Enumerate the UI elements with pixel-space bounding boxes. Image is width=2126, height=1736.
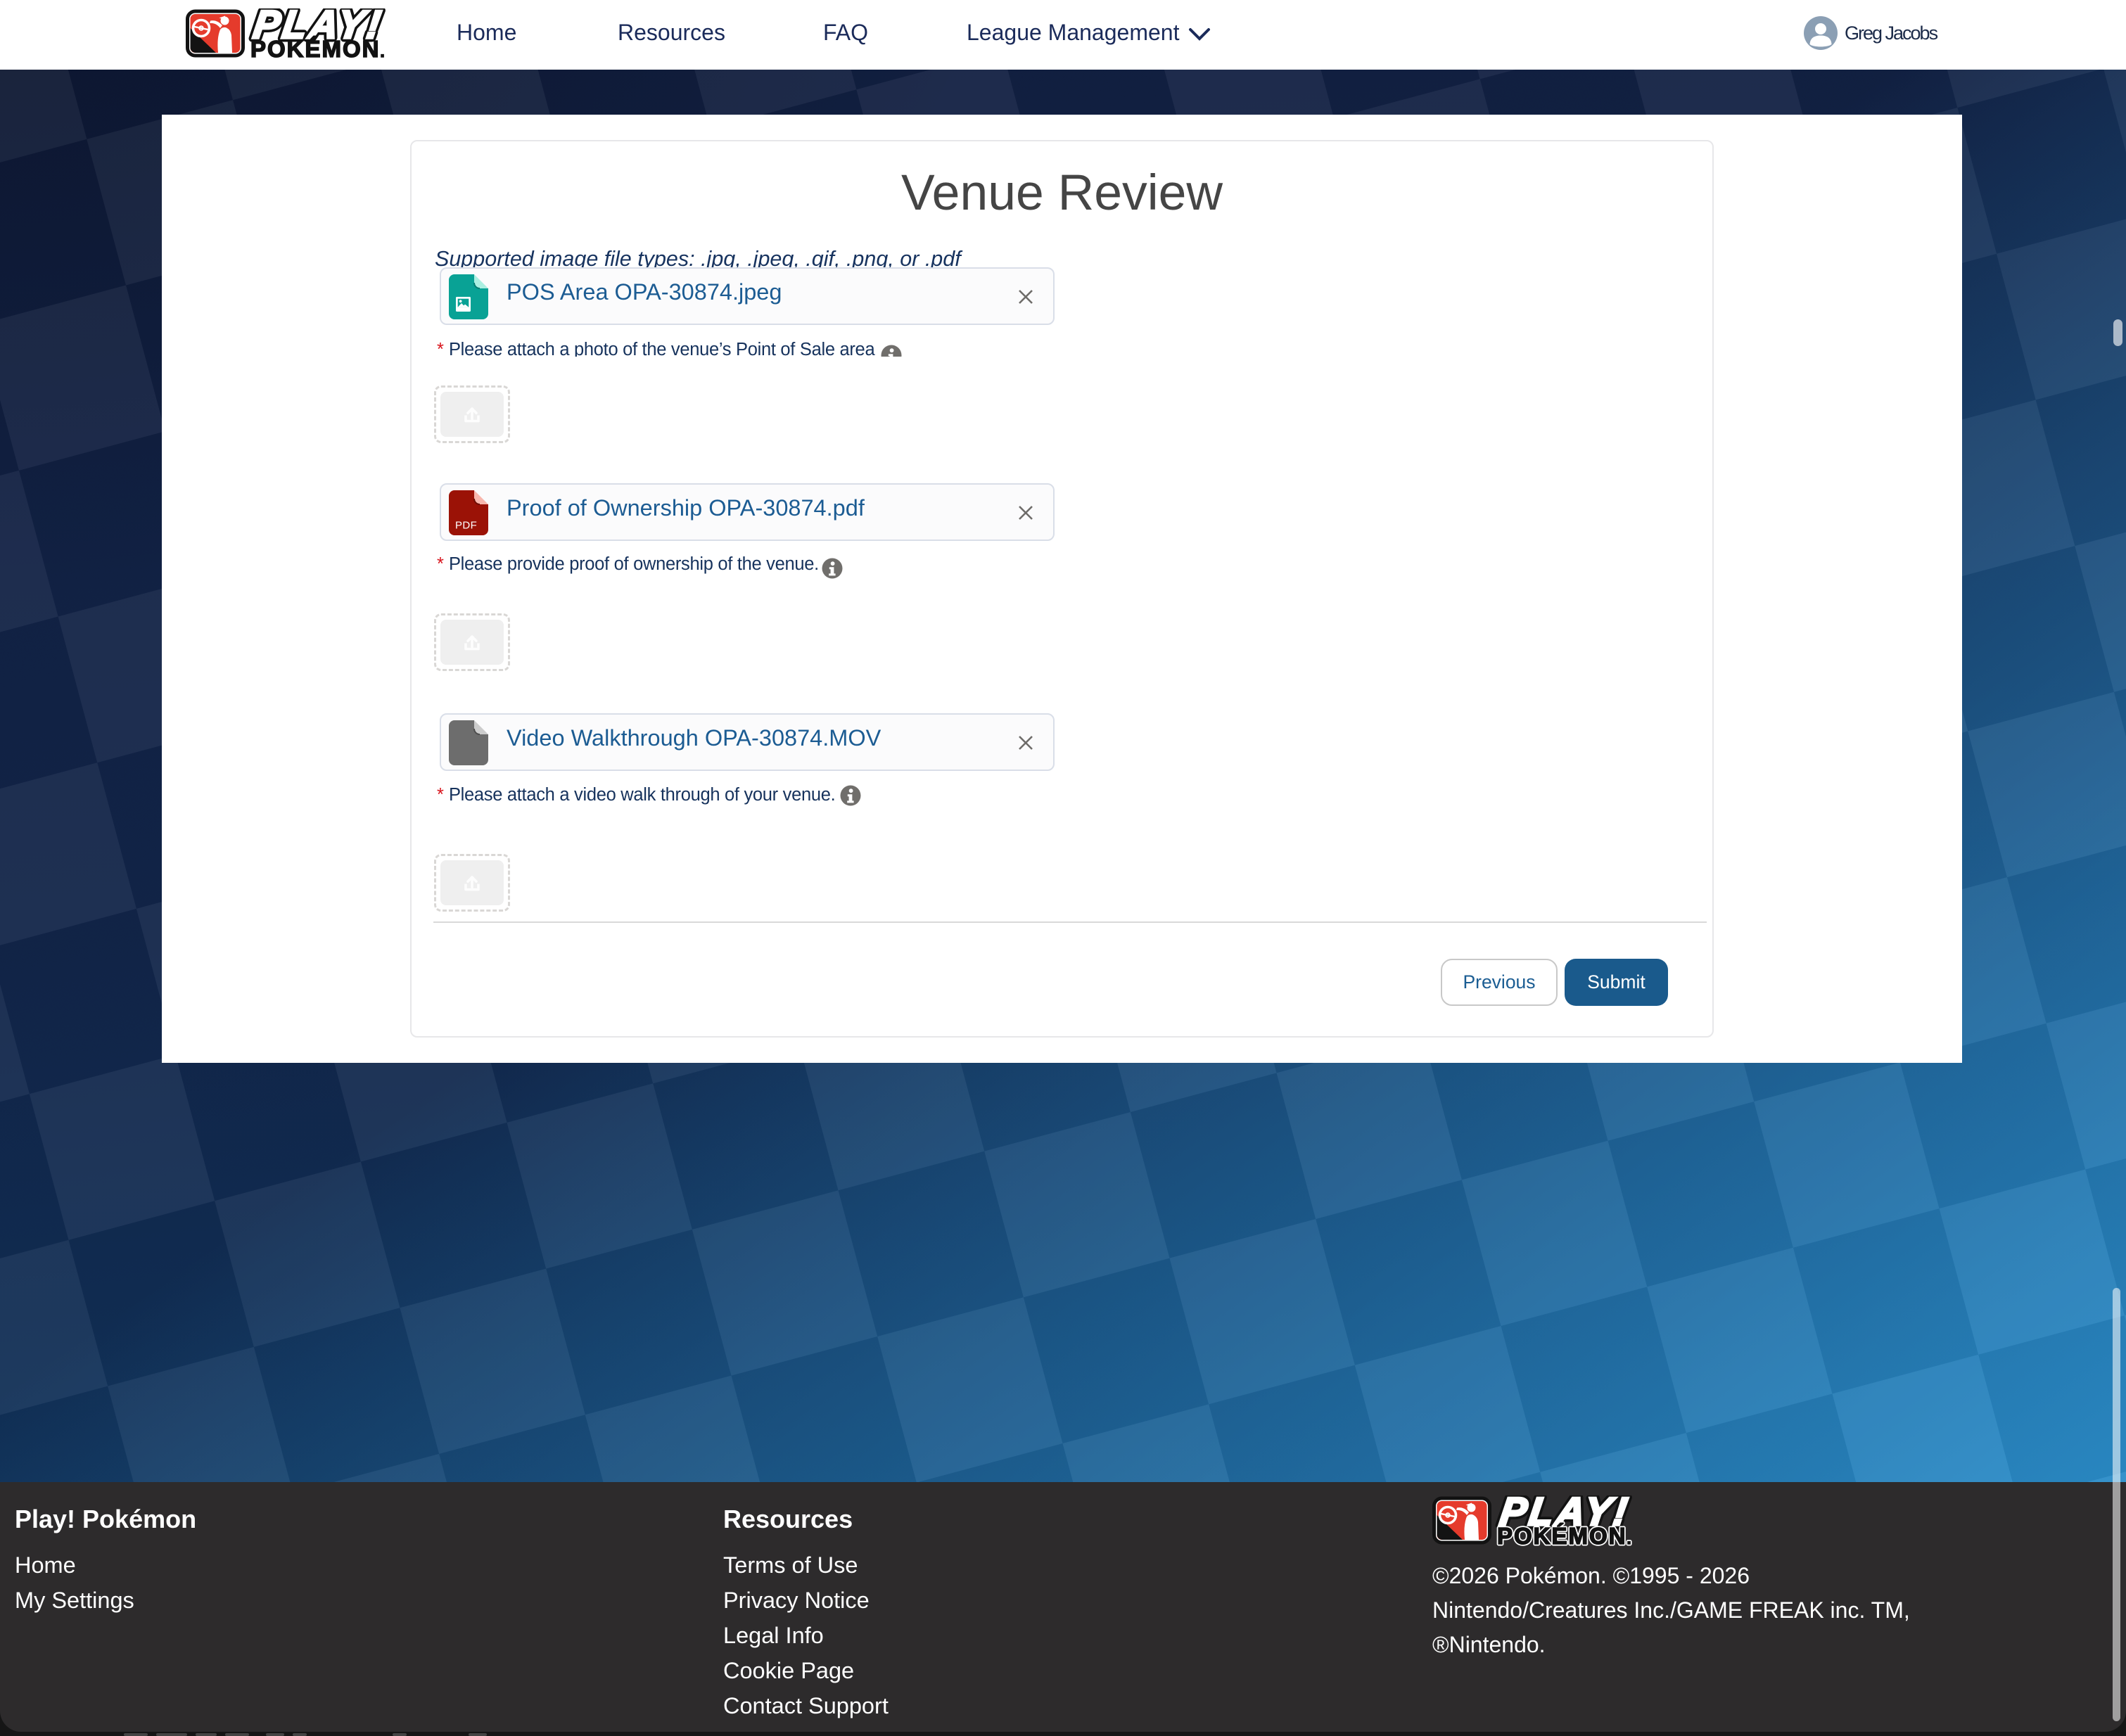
- svg-text:PDF: PDF: [455, 520, 477, 532]
- svg-text:POKÉMON.: POKÉMON.: [1497, 1523, 1633, 1549]
